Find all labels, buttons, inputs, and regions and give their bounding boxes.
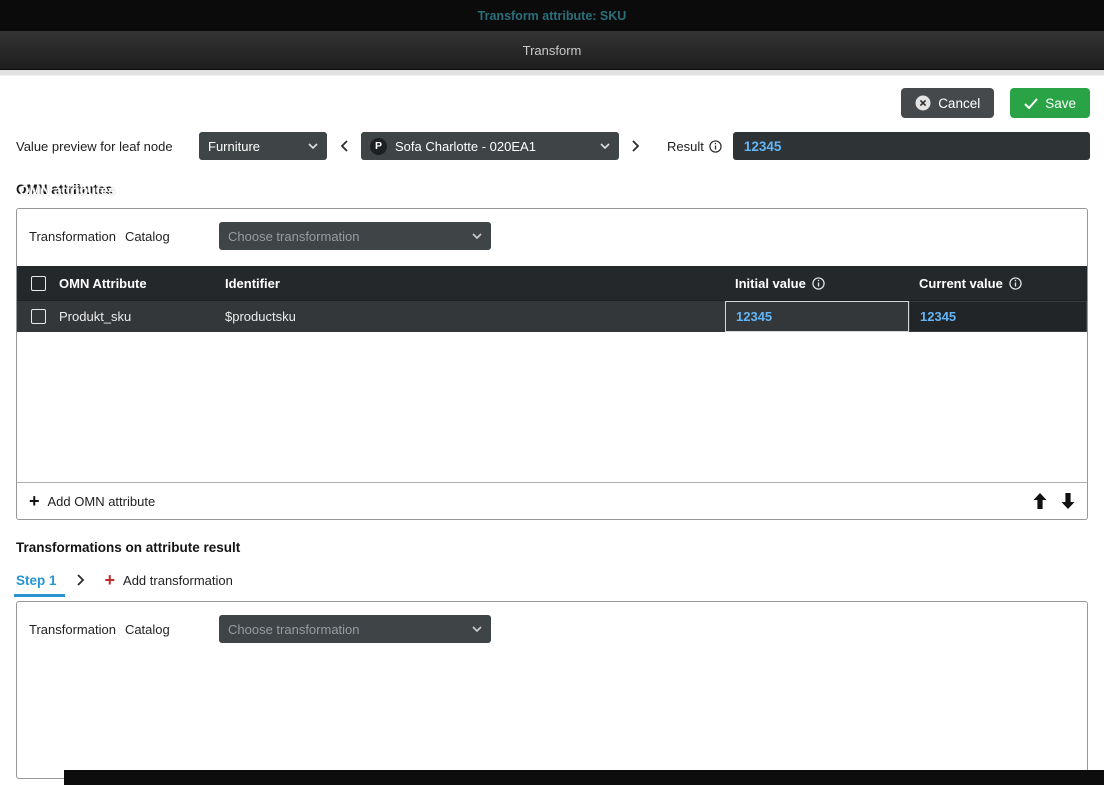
step-transformation-placeholder: Choose transformation [228,622,360,637]
step-catalog-row: Transformation Catalog Choose transforma… [17,602,1087,653]
value-preview-row: Value preview for leaf node Furniture P … [0,126,1104,160]
transformation-label-text: Transformation [29,229,116,244]
chevron-down-icon [472,233,482,239]
cancel-circle-x-icon [915,95,931,111]
catalog-label-text: Catalog [125,622,170,637]
value-preview-label: Value preview for leaf node [16,139,188,154]
omn-attributes-heading-overlay: OMN attributes [19,183,116,198]
save-button[interactable]: Save [1010,88,1090,118]
cell-initial-value[interactable]: 12345 [725,301,909,332]
catalog-label-text: Catalog [125,229,170,244]
chevron-down-icon [472,626,482,632]
column-header-identifier: Identifier [225,276,725,291]
product-type-badge: P [370,138,387,155]
check-icon [1024,98,1038,109]
transformation-steps-tabs: Step 1 + Add transformation [16,571,1088,589]
plus-icon: + [105,571,116,589]
subtitle: Transform [523,43,582,58]
next-node-button[interactable] [630,140,642,152]
table-row[interactable]: Produkt_sku $productsku 12345 12345 [17,300,1087,332]
select-all-checkbox-cell [17,266,59,300]
transformations-heading: Transformations on attribute result [16,540,1088,555]
background-app-strip [64,770,1104,785]
subtitle-bar: Transform [0,31,1104,70]
column-header-omn-attribute: OMN Attribute [59,276,225,291]
select-all-checkbox[interactable] [31,276,46,291]
category-select-value: Furniture [208,139,260,154]
cancel-button[interactable]: Cancel [901,88,994,118]
chevron-right-icon[interactable] [77,574,85,586]
reorder-arrows [1033,493,1075,509]
omn-panel-footer: + Add OMN attribute [17,482,1087,519]
transformation-label-text: Transformation [29,622,116,637]
info-icon[interactable] [1009,277,1022,290]
window-title: Transform attribute: SKU [478,9,627,23]
add-omn-attribute-button[interactable]: + Add OMN attribute [29,492,155,510]
omn-transformation-placeholder: Choose transformation [228,229,360,244]
cell-identifier: $productsku [225,309,725,324]
tab-step-1[interactable]: Step 1 [16,573,57,588]
omn-attributes-panel: Transformation Catalog Choose transforma… [16,208,1088,520]
table-empty-area [17,332,1087,482]
column-header-current-value: Current value [909,276,1087,291]
plus-icon: + [29,492,40,510]
add-transformation-button[interactable]: + Add transformation [105,571,233,589]
move-down-button[interactable] [1061,493,1075,509]
chevron-down-icon [308,143,318,149]
result-value: 12345 [744,139,782,154]
category-select[interactable]: Furniture [199,132,327,160]
row-checkbox-cell [17,301,59,332]
current-value-header-text: Current value [919,276,1003,291]
omn-table-header: OMN Attribute Identifier Initial value C… [17,266,1087,300]
step-transformation-select[interactable]: Choose transformation [219,615,491,643]
chevron-down-icon [600,143,610,149]
initial-value-header-text: Initial value [735,276,806,291]
add-transformation-label: Add transformation [123,573,233,588]
window-title-bar: Transform attribute: SKU [0,0,1104,31]
transformation-catalog-label: Transformation Catalog [29,229,219,244]
transformation-catalog-label: Transformation Catalog [29,622,219,637]
info-icon[interactable] [812,277,825,290]
column-header-initial-value: Initial value [725,276,909,291]
previous-node-button[interactable] [338,140,350,152]
cell-omn-attribute: Produkt_sku [59,309,225,324]
info-icon[interactable] [709,140,722,153]
result-value-field[interactable]: 12345 [733,132,1090,160]
transformation-step-panel: Transformation Catalog Choose transforma… [16,601,1088,779]
cell-current-value[interactable]: 12345 [909,301,1087,332]
omn-catalog-row: Transformation Catalog Choose transforma… [17,209,1087,260]
result-label: Result [667,139,722,154]
product-select-value: Sofa Charlotte - 020EA1 [395,139,536,154]
cancel-button-label: Cancel [938,96,980,111]
result-label-text: Result [667,139,704,154]
omn-transformation-select[interactable]: Choose transformation [219,222,491,250]
row-checkbox[interactable] [31,309,46,324]
add-omn-attribute-label: Add OMN attribute [48,494,156,509]
save-button-label: Save [1045,96,1076,111]
omn-attributes-heading: OMN attributes OMN attributes [16,182,1088,198]
move-up-button[interactable] [1033,493,1047,509]
toolbar: Cancel Save [0,76,1104,126]
product-select[interactable]: P Sofa Charlotte - 020EA1 [361,132,619,160]
